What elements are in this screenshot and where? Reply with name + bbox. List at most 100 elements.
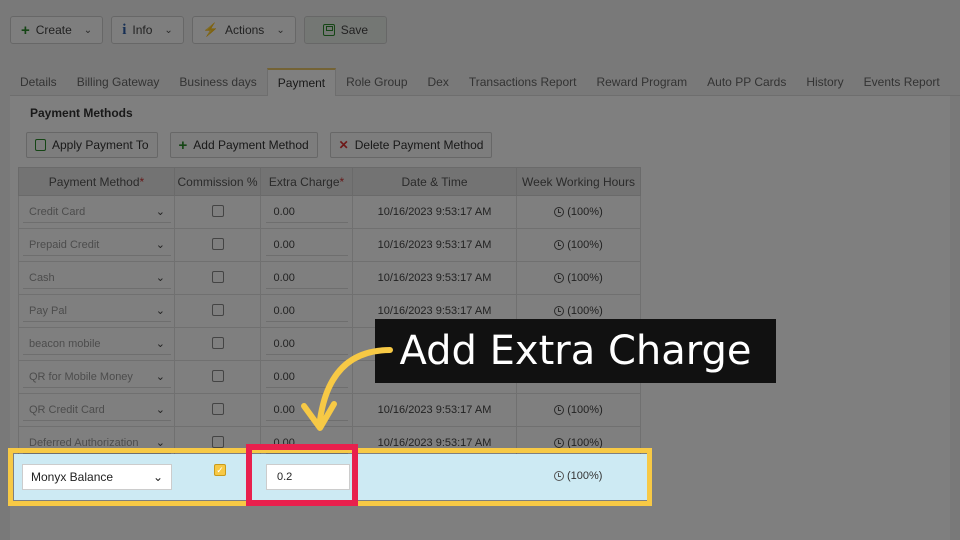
tab-auto-pp-cards[interactable]: Auto PP Cards: [697, 68, 796, 96]
date-time-cell: 10/16/2023 9:53:17 AM: [352, 195, 517, 229]
extra-charge-cell[interactable]: 0.00: [260, 261, 353, 295]
payment-method-cell[interactable]: Prepaid Credit ⌄: [18, 228, 175, 262]
payment-method-select[interactable]: Prepaid Credit ⌄: [23, 234, 171, 256]
close-icon: ✕: [338, 138, 349, 152]
tab-history[interactable]: History: [796, 68, 853, 96]
clock-icon: [554, 240, 565, 251]
extra-charge-input[interactable]: 0.00: [265, 234, 348, 256]
tab-transactions-report[interactable]: Transactions Report: [459, 68, 587, 96]
actions-button[interactable]: ⚡ Actions ⌄: [191, 16, 296, 44]
payment-method-cell[interactable]: QR for Mobile Money ⌄: [18, 360, 175, 394]
commission-cell[interactable]: [174, 360, 261, 394]
add-payment-method-button[interactable]: + Add Payment Method: [169, 132, 318, 158]
commission-cell[interactable]: [174, 393, 261, 427]
extra-charge-input[interactable]: 0.00: [265, 300, 348, 322]
clock-icon: [554, 405, 565, 416]
tab-role-group[interactable]: Role Group: [336, 68, 417, 96]
info-button[interactable]: i Info ⌄: [111, 16, 184, 44]
payment-method-cell[interactable]: Pay Pal ⌄: [18, 294, 175, 328]
arrow-icon: [301, 347, 393, 431]
date-time-cell: 10/16/2023 9:53:17 AM: [352, 261, 517, 295]
chevron-down-icon: ⌄: [155, 206, 165, 218]
commission-checkbox[interactable]: [211, 402, 224, 415]
commission-checkbox[interactable]: [211, 369, 224, 382]
commission-checkbox[interactable]: [211, 270, 224, 283]
payment-method-select[interactable]: beacon mobile ⌄: [23, 333, 171, 355]
header-payment-method[interactable]: Payment Method*: [18, 167, 175, 196]
apply-payment-button[interactable]: Apply Payment To: [26, 132, 158, 158]
commission-checkbox[interactable]: [211, 336, 224, 349]
week-working-hours-cell[interactable]: (100%): [516, 228, 641, 262]
commission-cell[interactable]: [174, 327, 261, 361]
tab-reward-program[interactable]: Reward Program: [586, 68, 697, 96]
table-row[interactable]: Cash ⌄ 0.00 10/16/2023 9:53:17 AM (100%): [18, 261, 641, 295]
bolt-icon: ⚡: [202, 22, 219, 37]
payment-method-cell[interactable]: QR Credit Card ⌄: [18, 393, 175, 427]
payment-method-actions: Apply Payment To + Add Payment Method ✕ De…: [26, 132, 493, 158]
clock-icon: [554, 306, 565, 317]
chevron-down-icon: ⌄: [164, 24, 173, 36]
tab-business-days[interactable]: Business days: [169, 68, 266, 96]
extra-charge-highlight: [246, 444, 358, 506]
clock-icon: [554, 207, 565, 218]
tab-dex[interactable]: Dex: [418, 68, 459, 96]
required-mark: *: [139, 174, 145, 189]
callout-label: Add Extra Charge: [375, 319, 776, 383]
extra-charge-cell[interactable]: 0.00: [260, 195, 353, 229]
extra-charge-input[interactable]: 0.00: [265, 267, 348, 289]
week-working-hours-cell[interactable]: (100%): [516, 393, 641, 427]
commission-cell[interactable]: [174, 261, 261, 295]
required-mark: *: [339, 174, 345, 189]
header-week-working-hours[interactable]: Week Working Hours: [516, 167, 641, 196]
plus-icon: +: [178, 136, 188, 154]
toolbar: + Create ⌄ i Info ⌄ ⚡ Actions ⌄ Save: [10, 16, 388, 44]
payment-method-cell[interactable]: Cash ⌄: [18, 261, 175, 295]
commission-checkbox[interactable]: [211, 204, 224, 217]
save-button[interactable]: Save: [303, 16, 388, 44]
tab-details[interactable]: Details: [10, 68, 67, 96]
payment-method-select[interactable]: Pay Pal ⌄: [23, 300, 171, 322]
table-row[interactable]: Credit Card ⌄ 0.00 10/16/2023 9:53:17 AM (10…: [18, 195, 641, 229]
commission-cell[interactable]: [174, 294, 261, 328]
commission-checkbox[interactable]: [211, 435, 224, 448]
week-working-hours-cell[interactable]: (100%): [516, 261, 641, 295]
payment-method-cell[interactable]: Credit Card ⌄: [18, 195, 175, 229]
tab-bar: Details Billing Gateway Business days Pa…: [10, 68, 960, 96]
extra-charge-cell[interactable]: 0.00: [260, 294, 353, 328]
payment-method-select[interactable]: Cash ⌄: [23, 267, 171, 289]
delete-payment-method-button[interactable]: ✕ Delete Payment Method: [329, 132, 493, 158]
week-working-hours-cell[interactable]: (100%): [516, 195, 641, 229]
commission-cell[interactable]: [174, 228, 261, 262]
tab-billing-gateway[interactable]: Billing Gateway: [67, 68, 170, 96]
info-icon: i: [122, 21, 127, 38]
chevron-down-icon: ⌄: [155, 305, 165, 317]
extra-charge-cell[interactable]: 0.00: [260, 228, 353, 262]
chevron-down-icon: ⌄: [155, 371, 165, 383]
chevron-down-icon: ⌄: [155, 272, 165, 284]
header-commission[interactable]: Commission %: [174, 167, 261, 196]
commission-cell[interactable]: [174, 195, 261, 229]
header-extra-charge[interactable]: Extra Charge*: [260, 167, 353, 196]
commission-checkbox[interactable]: [211, 237, 224, 250]
payment-method-select[interactable]: QR for Mobile Money ⌄: [23, 366, 171, 388]
clock-icon: [554, 438, 565, 449]
chevron-down-icon: ⌄: [276, 24, 285, 36]
create-button[interactable]: + Create ⌄: [10, 16, 104, 44]
chevron-down-icon: ⌄: [155, 239, 165, 251]
table-row[interactable]: Prepaid Credit ⌄ 0.00 10/16/2023 9:53:17 AM…: [18, 228, 641, 262]
chevron-down-icon: ⌄: [155, 338, 165, 350]
commission-checkbox[interactable]: [211, 303, 224, 316]
tab-payment[interactable]: Payment: [266, 68, 337, 96]
payment-method-select[interactable]: Credit Card ⌄: [23, 201, 171, 223]
date-time-cell: 10/16/2023 9:53:17 AM: [352, 228, 517, 262]
table-header-row: Payment Method* Commission % Extra Charg…: [18, 167, 641, 196]
header-date-time[interactable]: Date & Time: [352, 167, 517, 196]
tab-events-report[interactable]: Events Report: [854, 68, 950, 96]
plus-icon: +: [21, 21, 30, 39]
payment-method-select[interactable]: QR Credit Card ⌄: [23, 399, 171, 421]
apply-icon: [35, 139, 46, 151]
save-icon: [322, 24, 335, 36]
payment-method-cell[interactable]: beacon mobile ⌄: [18, 327, 175, 361]
extra-charge-input[interactable]: 0.00: [265, 201, 348, 223]
clock-icon: [554, 273, 565, 284]
